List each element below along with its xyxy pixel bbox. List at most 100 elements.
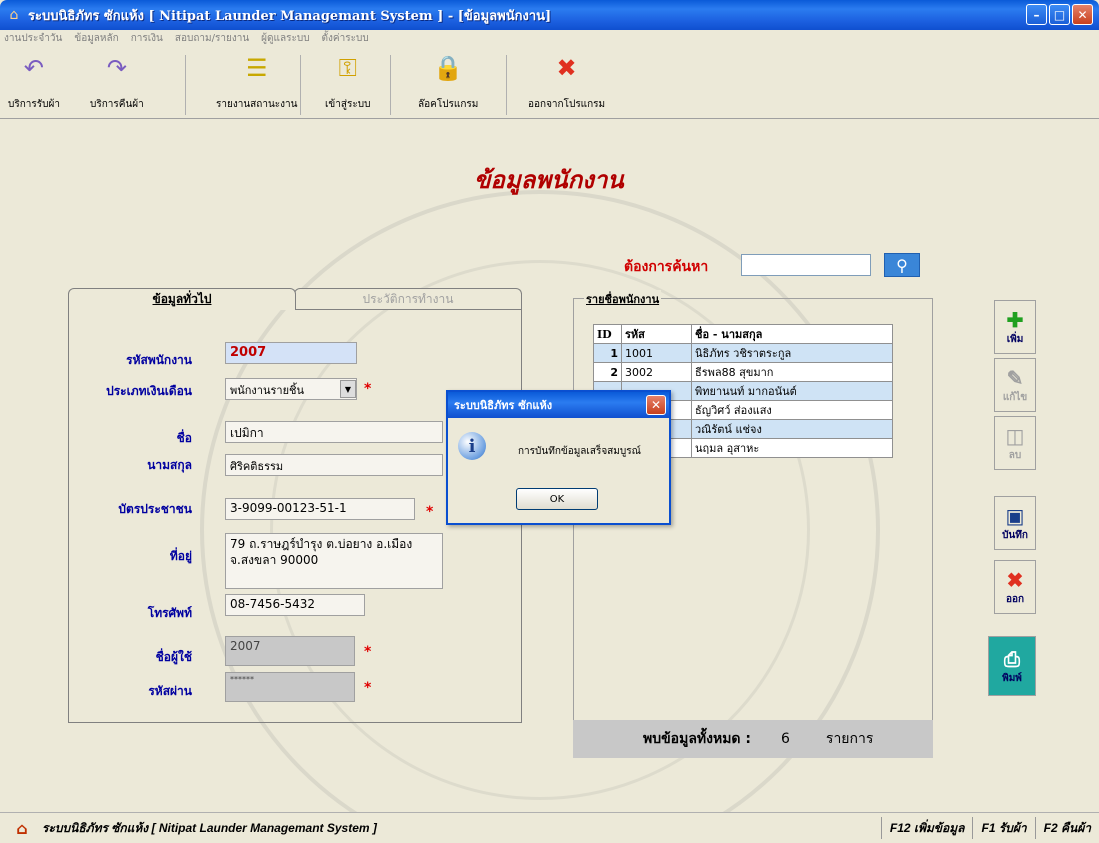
required-marker: *	[426, 504, 434, 520]
phone-field[interactable]: 08-7456-5432	[225, 594, 365, 616]
main-area: ข้อมูลพนักงาน ต้องการค้นหา ⚲ ข้อมูลทั่วไ…	[0, 120, 1099, 843]
return-icon: ↷	[106, 54, 127, 82]
required-marker: *	[364, 680, 372, 696]
address-label: ที่อยู่	[169, 549, 192, 563]
total-label: พบข้อมูลทั้งหมด :	[643, 731, 751, 747]
salary-type-select[interactable]: พนักงานรายชิ้น	[225, 378, 357, 400]
menu-item-admin[interactable]: ผู้ดูแลระบบ	[261, 31, 309, 46]
shortcut-f2: F2 คืนผ้า	[1034, 817, 1099, 839]
table-row[interactable]: 1 1001 นิธิภัทร วชิราตระกูล	[593, 343, 893, 363]
dialog-message: การบันทึกข้อมูลเสร็จสมบูรณ์	[518, 446, 641, 457]
exit-program-button[interactable]: ✖ ออกจากโปรแกรม	[528, 51, 605, 112]
column-header-id[interactable]: ID	[593, 324, 622, 344]
minimize-button[interactable]: –	[1026, 4, 1047, 25]
last-name-field[interactable]: ศิริคติธรรม	[225, 454, 443, 476]
first-name-label: ชื่อ	[176, 431, 192, 445]
menu-item-daily[interactable]: งานประจำวัน	[4, 31, 62, 46]
menu-item-reports[interactable]: สอบถาม/รายงาน	[175, 31, 249, 46]
search-button[interactable]: ⚲	[884, 253, 920, 277]
tab-general[interactable]: ข้อมูลทั่วไป	[68, 288, 296, 310]
add-button[interactable]: ✚ เพิ่ม	[994, 300, 1036, 354]
report-icon: ☰	[245, 54, 268, 82]
dialog-close-button[interactable]: ✕	[646, 395, 666, 415]
search-input[interactable]	[741, 254, 871, 276]
eraser-icon: ◫	[1005, 423, 1025, 448]
column-header-code[interactable]: รหัส	[621, 324, 692, 344]
row-code: 1001	[621, 343, 692, 363]
password-field[interactable]: ******	[225, 672, 355, 702]
print-button[interactable]: ⎙ พิมพ์	[988, 636, 1036, 696]
tab-work-history[interactable]: ประวัติการทำงาน	[294, 288, 522, 310]
delete-button[interactable]: ◫ ลบ	[994, 416, 1036, 470]
edit-button[interactable]: ✎ แก้ไข	[994, 358, 1036, 412]
maximize-button[interactable]: □	[1049, 4, 1070, 25]
window-title: ระบบนิธิภัทร ซักแห้ง [ Nitipat Launder M…	[28, 8, 552, 24]
page-title: ข้อมูลพนักงาน	[474, 165, 624, 194]
lock-program-button[interactable]: 🔒 ล๊อคโปรแกรม	[418, 51, 478, 112]
status-bar: ⌂ ระบบนิธิภัทร ซักแห้ง [ Nitipat Launder…	[0, 812, 1099, 843]
table-row[interactable]: 2 3002 ธีรพล88 สุขมาก	[593, 362, 893, 382]
toolbar-label: บริการคืนผ้า	[90, 99, 144, 110]
toolbar-label: รายงานสถานะงาน	[216, 99, 298, 110]
row-name: วณิรัตน์ แช่จง	[691, 419, 893, 439]
dialog-title: ระบบนิธิภัทร ซักแห้ง	[448, 392, 669, 418]
toolbar-separator	[300, 55, 301, 115]
toolbar-label: บริการรับผ้า	[8, 99, 60, 110]
add-button-label: เพิ่ม	[1006, 333, 1024, 345]
total-unit: รายการ	[825, 731, 874, 747]
toolbar-separator	[390, 55, 391, 115]
save-button-label: บันทึก	[1002, 529, 1028, 541]
first-name-field[interactable]: เปมิกา	[225, 421, 443, 443]
required-marker: *	[364, 381, 372, 397]
edit-button-label: แก้ไข	[1002, 391, 1028, 403]
window-controls: – □ ✕	[1026, 4, 1093, 25]
status-report-button[interactable]: ☰ รายงานสถานะงาน	[216, 51, 298, 112]
home-icon: ⌂	[16, 818, 28, 838]
lock-icon: 🔒	[433, 54, 464, 82]
menu-item-settings[interactable]: ตั้งค่าระบบ	[322, 31, 369, 46]
printer-icon: ⎙	[1004, 646, 1020, 671]
delete-button-label: ลบ	[1008, 449, 1022, 461]
exit-button-label: ออก	[1005, 593, 1025, 605]
receive-laundry-button[interactable]: ↶ บริการรับผ้า	[8, 51, 60, 112]
column-header-name[interactable]: ชื่อ - นามสกุล	[691, 324, 893, 344]
toolbar-label: ออกจากโปรแกรม	[528, 99, 606, 110]
row-code: 3002	[621, 362, 692, 382]
status-text: ระบบนิธิภัทร ซักแห้ง [ Nitipat Launder M…	[42, 820, 377, 835]
menu-item-finance[interactable]: การเงิน	[131, 31, 163, 46]
save-button[interactable]: ▣ บันทึก	[994, 496, 1036, 550]
login-button[interactable]: ⚿ เข้าสู่ระบบ	[325, 51, 370, 112]
close-button[interactable]: ✕	[1072, 4, 1093, 25]
last-name-label: นามสกุล	[147, 458, 192, 472]
key-icon: ⚿	[338, 54, 357, 82]
employee-list-title: รายชื่อพนักงาน	[584, 290, 662, 308]
toolbar-separator	[185, 55, 186, 115]
ok-button[interactable]: OK	[516, 488, 598, 510]
row-name: ธีรพล88 สุขมาก	[691, 362, 893, 382]
phone-label: โทรศัพท์	[147, 606, 192, 620]
menu-item-master[interactable]: ข้อมูลหลัก	[74, 31, 118, 46]
id-card-label: บัตรประชาชน	[118, 502, 192, 516]
row-name: ธัญวิศว์ ส่องแสง	[691, 400, 893, 420]
total-count-bar: พบข้อมูลทั้งหมด : 6 รายการ	[573, 720, 933, 758]
toolbar-label: เข้าสู่ระบบ	[325, 99, 371, 110]
search-icon: ⚲	[896, 255, 908, 275]
address-field[interactable]: 79 ถ.ราษฎร์บำรุง ต.บ่อยาง อ.เมือง จ.สงขล…	[225, 533, 443, 589]
id-card-field[interactable]: 3-9099-00123-51-1	[225, 498, 415, 520]
pencil-icon: ✎	[1006, 365, 1024, 390]
search-label: ต้องการค้นหา	[624, 259, 709, 275]
message-dialog: ระบบนิธิภัทร ซักแห้ง ✕ i การบันทึกข้อมูล…	[446, 390, 671, 525]
save-icon: ▣	[1005, 503, 1025, 528]
username-field[interactable]: 2007	[225, 636, 355, 666]
table-header: ID รหัส ชื่อ - นามสกุล	[593, 324, 893, 344]
shortcut-f1: F1 รับผ้า	[972, 817, 1034, 839]
salary-type-label: ประเภทเงินเดือน	[106, 384, 192, 398]
toolbar: ↶ บริการรับผ้า ↷ บริการคืนผ้า ☰ รายงานสถ…	[0, 47, 1099, 119]
row-name: นฤมล อุสาหะ	[691, 438, 893, 458]
print-button-label: พิมพ์	[1002, 672, 1022, 684]
home-icon: ⌂	[9, 7, 19, 23]
chevron-down-icon[interactable]: ▼	[340, 380, 356, 398]
return-laundry-button[interactable]: ↷ บริการคืนผ้า	[90, 51, 144, 112]
employee-id-field[interactable]: 2007	[225, 342, 357, 364]
exit-button[interactable]: ✖ ออก	[994, 560, 1036, 614]
